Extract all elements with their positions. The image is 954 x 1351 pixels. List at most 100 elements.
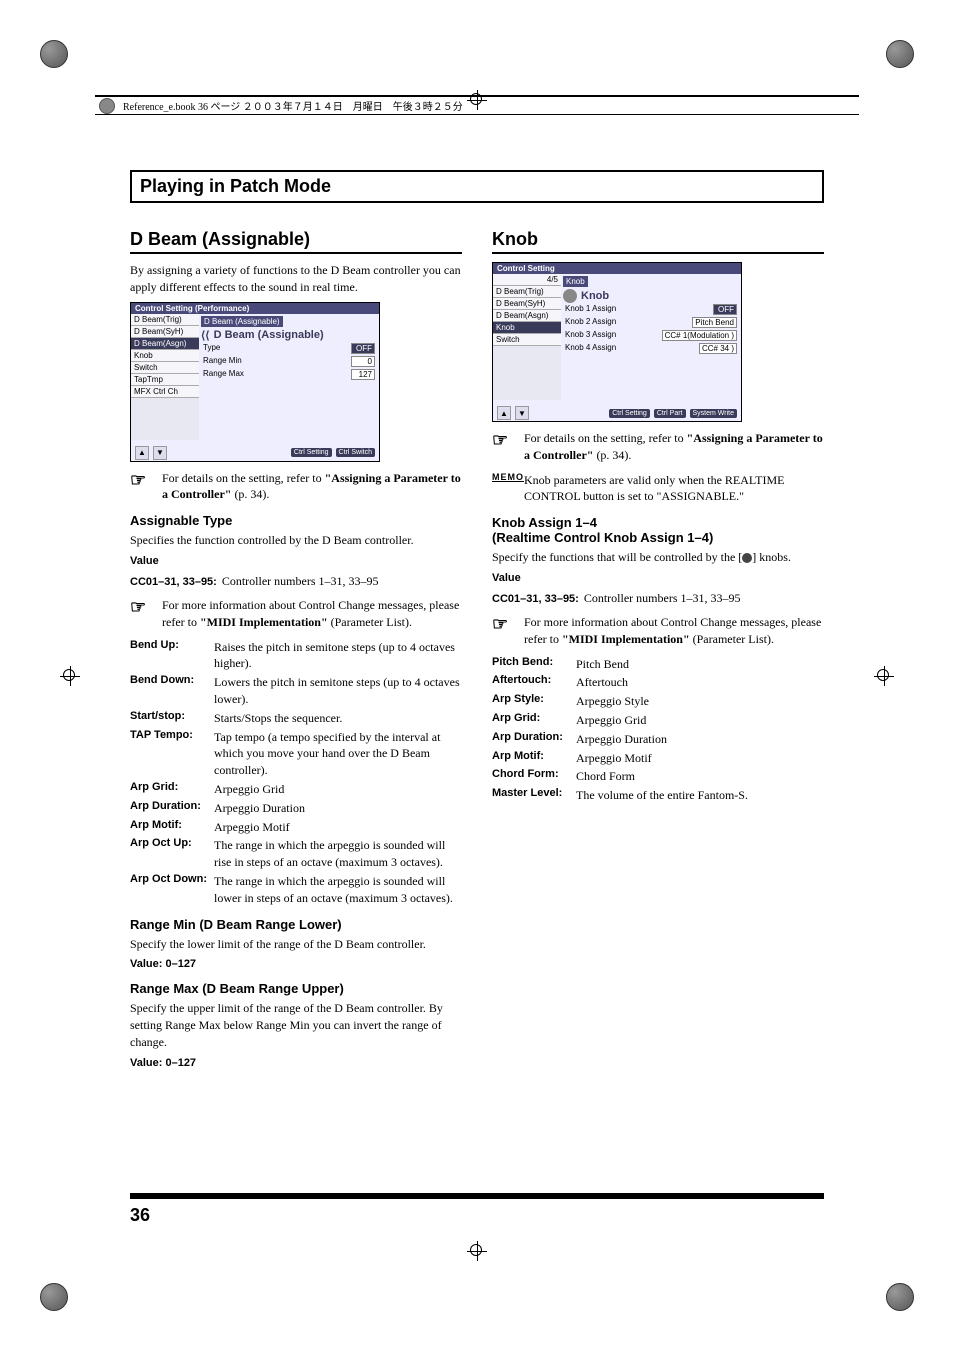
memo-text: Knob parameters are valid only when the … [524,472,824,506]
ss-tab: TapTmp [131,374,199,386]
ss-tab: D Beam(Trig) [493,286,561,298]
crop-mark-icon [886,40,914,68]
screenshot-title: Control Setting (Performance) [131,303,379,314]
ss-softbutton: Ctrl Part [654,409,686,418]
def-value: Arpeggio Motif [576,750,652,767]
registration-mark-icon [874,666,894,686]
right-column: Knob Control Setting 4/5 D Beam(Trig) D … [492,229,824,1076]
page-header: Reference_e.book 36 ページ ２００３年７月１４日 月曜日 午… [95,95,859,115]
def-term: Bend Up: [130,639,214,673]
def-value: Arpeggio Duration [214,800,305,817]
screenshot-knob: Control Setting 4/5 D Beam(Trig) D Beam(… [492,262,742,422]
ss-softbutton: Ctrl Setting [291,448,332,457]
def-value: Arpeggio Style [576,693,649,710]
def-term: Master Level: [492,787,576,804]
ss-tab: D Beam(Trig) [131,314,199,326]
up-arrow-icon: ▲ [135,446,149,460]
value-label: Value [130,555,159,567]
def-term: Chord Form: [492,768,576,785]
cc-range-label: CC01–31, 33–95: [492,593,579,605]
ss-tab: Knob [493,322,561,334]
up-arrow-icon: ▲ [497,406,511,420]
def-term: Arp Duration: [492,731,576,748]
def-value: Arpeggio Motif [214,819,290,836]
def-value: Lowers the pitch in semitone steps (up t… [214,674,462,708]
body-text: Specify the upper limit of the range of … [130,1000,462,1050]
registration-mark-icon [467,1241,487,1261]
ss-tab: D Beam(Asgn) [131,338,199,350]
cc-range-label: CC01–31, 33–95: [130,576,217,588]
section-heading-dbeam: D Beam (Assignable) [130,229,462,254]
down-arrow-icon: ▼ [515,406,529,420]
def-value: Starts/Stops the sequencer. [214,710,342,727]
body-text: Specifies the function controlled by the… [130,532,462,549]
pointing-hand-icon [130,597,156,611]
def-term: Aftertouch: [492,674,576,691]
down-arrow-icon: ▼ [153,446,167,460]
ss-tab: Switch [131,362,199,374]
ss-tab: Knob [131,350,199,362]
def-value: Arpeggio Duration [576,731,667,748]
ss-softbutton: Ctrl Setting [609,409,650,418]
subsection-heading: Range Min (D Beam Range Lower) [130,917,462,932]
def-value: Arpeggio Grid [576,712,646,729]
def-term: Start/stop: [130,710,214,727]
value-label: Value [492,572,521,584]
def-term: Arp Oct Down: [130,873,214,907]
body-text: Specify the functions that will be contr… [492,549,824,566]
memo-icon: MEMO [492,472,518,486]
def-term: Arp Motif: [130,819,214,836]
note-text: For details on the setting, refer to "As… [524,430,824,464]
screenshot-panel-title: ⟨⟨ D Beam (Assignable) [201,329,377,342]
note-text: For more information about Control Chang… [524,614,824,648]
ss-tab: D Beam(Asgn) [493,310,561,322]
def-value: Raises the pitch in semitone steps (up t… [214,639,462,673]
definition-list: Bend Up:Raises the pitch in semitone ste… [130,639,462,907]
pointing-hand-icon [492,430,518,444]
ss-tab: MFX Ctrl Ch [131,386,199,398]
left-column: D Beam (Assignable) By assigning a varie… [130,229,462,1076]
screenshot-panel-title: Knob [563,289,739,303]
def-term: Pitch Bend: [492,656,576,673]
definition-list: Pitch Bend:Pitch Bend Aftertouch:Afterto… [492,656,824,804]
screenshot-crumb: Knob [563,276,588,287]
def-value: Pitch Bend [576,656,629,673]
screenshot-dbeam: Control Setting (Performance) D Beam(Tri… [130,302,380,462]
ss-tab: D Beam(SyH) [131,326,199,338]
page-number: 36 [130,1205,824,1226]
subsection-heading: Range Max (D Beam Range Upper) [130,981,462,996]
ss-softbutton: System Write [690,409,738,418]
section-heading-knob: Knob [492,229,824,254]
knob-glyph-icon [742,553,752,563]
sprocket-icon [99,98,115,114]
def-value: Aftertouch [576,674,628,691]
def-value: Arpeggio Grid [214,781,284,798]
def-term: Arp Motif: [492,750,576,767]
def-value: The range in which the arpeggio is sound… [214,873,462,907]
def-value: The volume of the entire Fantom-S. [576,787,748,804]
ss-tab: D Beam(SyH) [493,298,561,310]
registration-mark-icon [60,666,80,686]
screenshot-crumb: D Beam (Assignable) [201,316,283,327]
def-term: Arp Oct Up: [130,837,214,871]
intro-text: By assigning a variety of functions to t… [130,262,462,296]
value-line: Value: 0–127 [130,958,196,970]
ss-tab-index: 4/5 [493,274,561,286]
def-term: Arp Duration: [130,800,214,817]
chapter-title: Playing in Patch Mode [130,170,824,203]
subsection-heading: Knob Assign 1–4 (Realtime Control Knob A… [492,515,824,545]
dbeam-icon: ⟨⟨ [201,329,210,342]
header-text: Reference_e.book 36 ページ ２００３年７月１４日 月曜日 午… [123,98,463,113]
def-value: The range in which the arpeggio is sound… [214,837,462,871]
screenshot-title: Control Setting [493,263,741,274]
def-term: TAP Tempo: [130,729,214,779]
def-term: Arp Grid: [492,712,576,729]
note-text: For details on the setting, refer to "As… [162,470,462,504]
crop-mark-icon [40,1283,68,1311]
def-value: Chord Form [576,768,635,785]
ss-tab: Switch [493,334,561,346]
def-value: Tap tempo (a tempo specified by the inte… [214,729,462,779]
crop-mark-icon [40,40,68,68]
body-text: Specify the lower limit of the range of … [130,936,462,953]
ss-softbutton: Ctrl Switch [336,448,375,457]
